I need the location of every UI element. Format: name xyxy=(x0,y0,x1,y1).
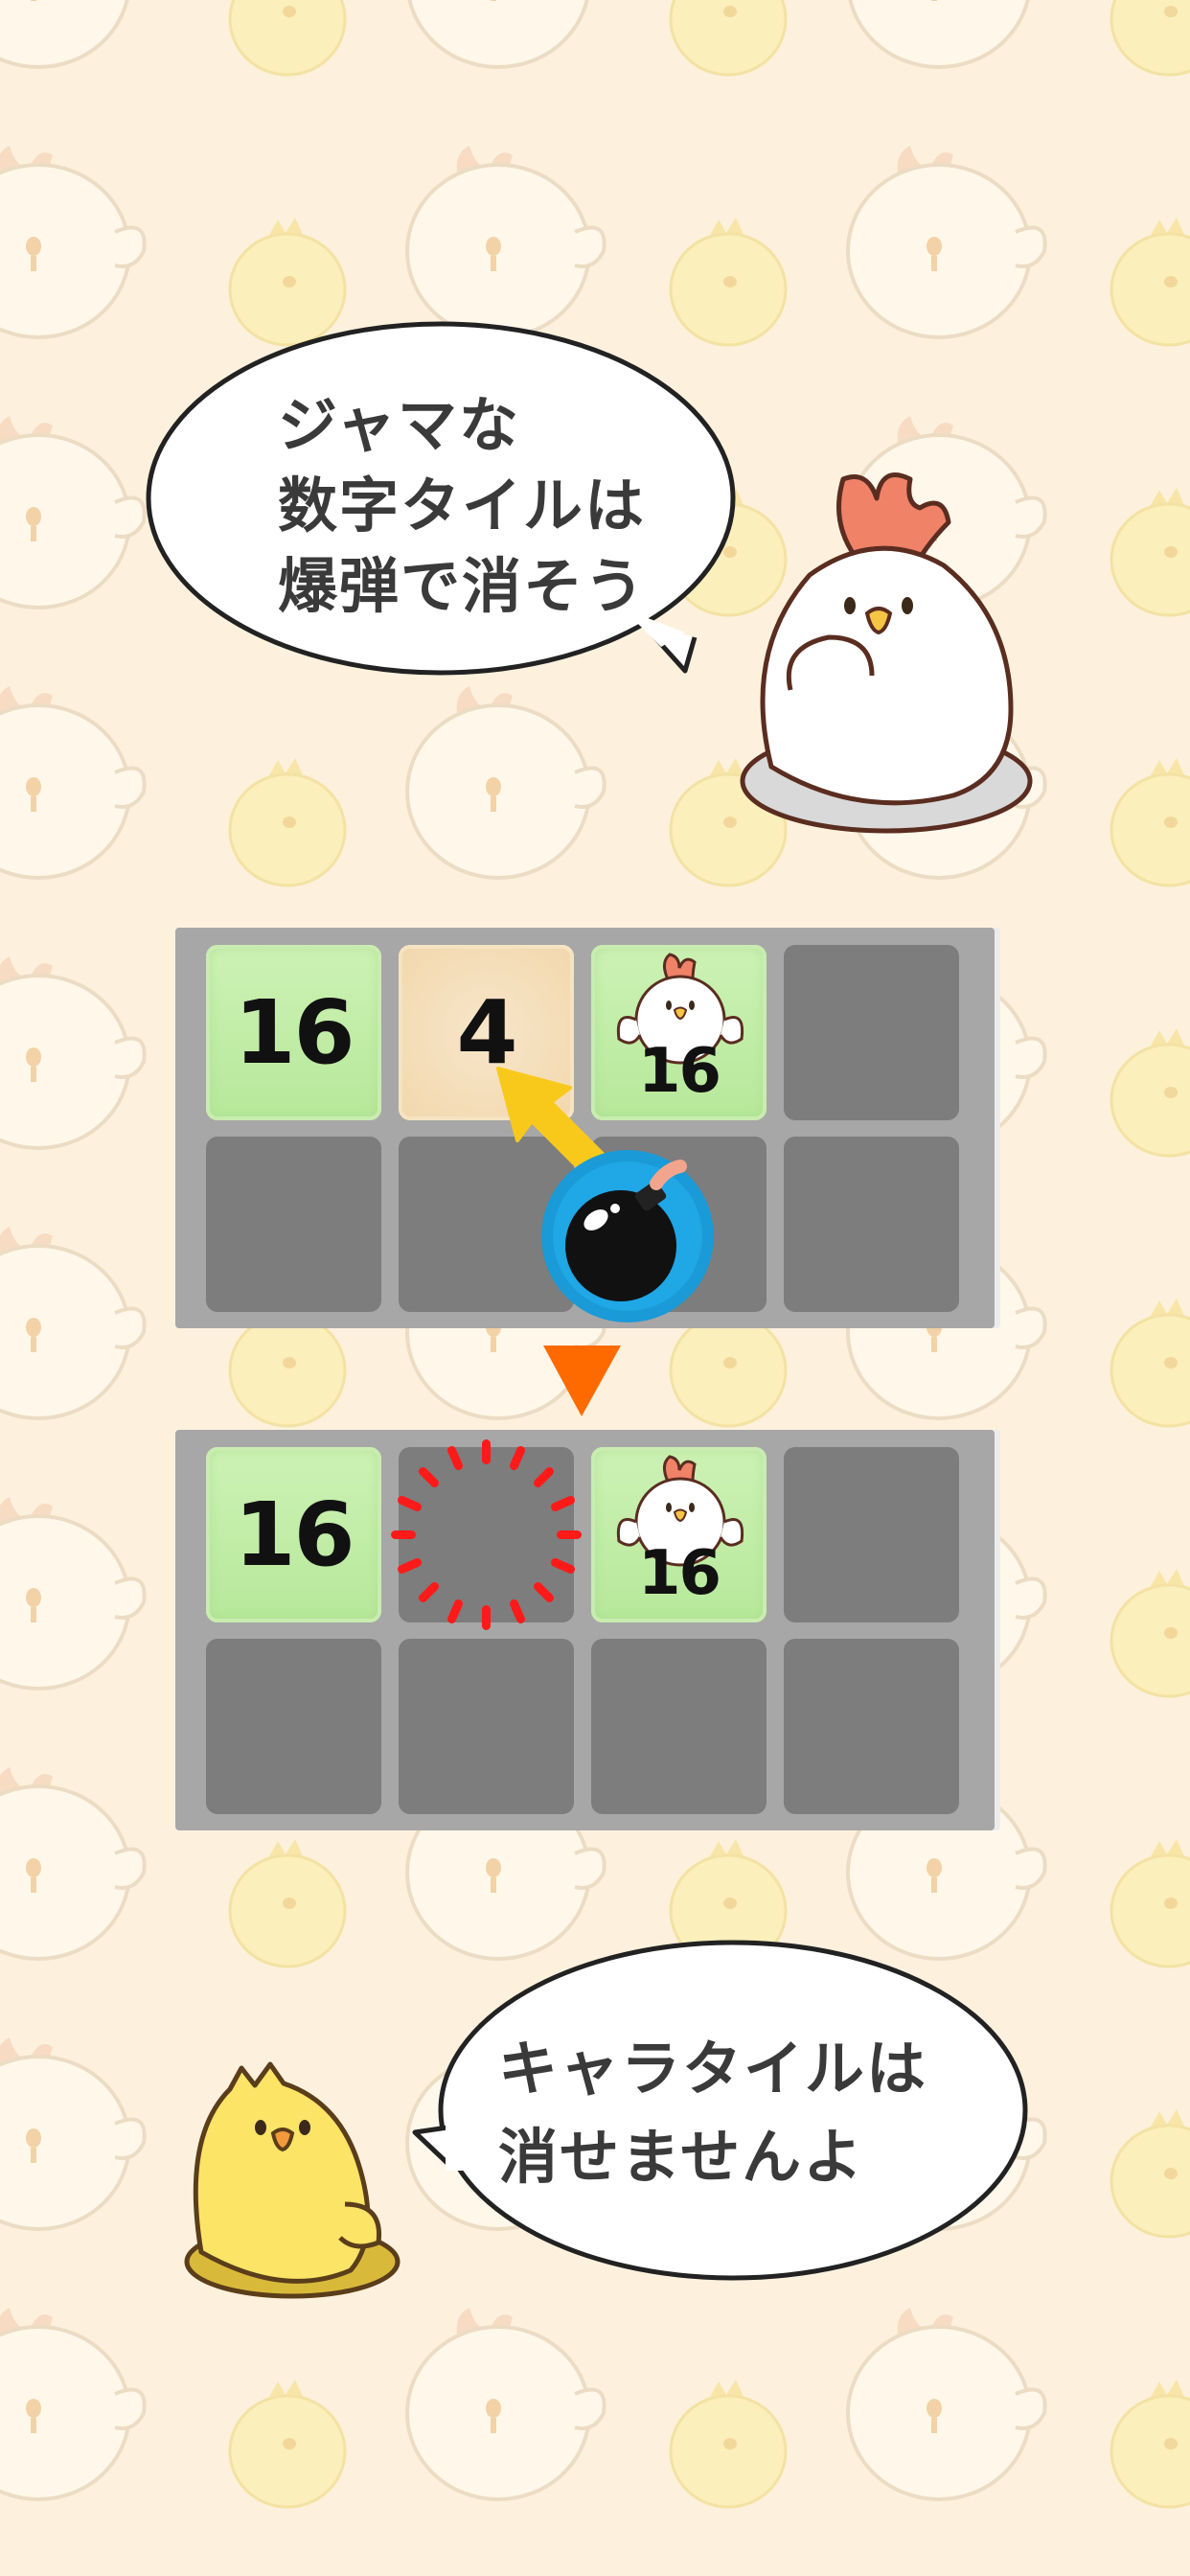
background-chick-icon xyxy=(1110,216,1190,347)
empty-cell xyxy=(784,1137,959,1312)
background-hen-icon xyxy=(0,144,147,339)
background-chick-icon xyxy=(1110,486,1190,617)
character-tile-16: 16 xyxy=(591,1447,767,1622)
background-hen-icon xyxy=(405,684,606,880)
tile-value: 16 xyxy=(637,1538,721,1609)
empty-cell xyxy=(399,1639,574,1814)
background-chick-icon xyxy=(228,0,347,77)
tile-value: 16 xyxy=(234,1484,355,1586)
background-chick-icon xyxy=(1110,1837,1190,1968)
background-hen-icon xyxy=(0,1765,147,1961)
background-chick-icon xyxy=(1110,2107,1190,2239)
background-chick-icon xyxy=(228,2378,347,2509)
explosion-icon xyxy=(391,1439,582,1630)
number-tile-16: 16 xyxy=(206,1447,381,1622)
exploded-cell xyxy=(391,1439,582,1630)
background-chick-icon xyxy=(1110,0,1190,77)
empty-cell xyxy=(206,1639,381,1814)
speech-bubble-bottom: キャラタイルは 消せませんよ xyxy=(407,1936,1035,2290)
background-hen-icon xyxy=(0,954,147,1150)
empty-cell xyxy=(206,1137,381,1312)
empty-cell xyxy=(784,945,959,1120)
background-hen-icon xyxy=(0,1495,147,1690)
number-tile-16: 16 xyxy=(206,945,381,1120)
background-chick-icon xyxy=(228,756,347,887)
speech-bubble-bottom-text: キャラタイルは 消せませんよ xyxy=(498,2034,928,2192)
background-hen-icon xyxy=(0,1225,147,1420)
background-hen-icon xyxy=(0,2306,147,2501)
background-hen-icon xyxy=(405,144,606,339)
empty-cell xyxy=(784,1447,959,1622)
speech-bubble-top-text: ジャマな 数字タイルは 爆弾で消そう xyxy=(278,390,647,621)
empty-cell xyxy=(784,1639,959,1814)
background-chick-icon xyxy=(1110,1026,1190,1158)
background-hen-icon xyxy=(0,414,147,610)
empty-cell xyxy=(591,1639,767,1814)
background-hen-icon xyxy=(846,2306,1047,2501)
yellow-chick-icon xyxy=(184,2061,400,2299)
background-hen-icon xyxy=(0,0,147,69)
background-hen-icon xyxy=(846,0,1047,69)
background-chick-icon xyxy=(228,1837,347,1968)
background-hen-icon xyxy=(846,144,1047,339)
background-hen-icon xyxy=(0,684,147,880)
background-chick-icon xyxy=(669,0,788,77)
speech-bubble-top: ジャマな 数字タイルは 爆弾で消そう xyxy=(144,316,757,690)
background-chick-icon xyxy=(669,2378,788,2509)
bomb-icon xyxy=(541,1150,714,1322)
tile-value: 16 xyxy=(234,981,355,1084)
board-after: 16 16 xyxy=(175,1430,995,1830)
background-chick-icon xyxy=(1110,2378,1190,2509)
background-chick-icon xyxy=(1110,1567,1190,1698)
background-hen-icon xyxy=(405,0,606,69)
background-hen-icon xyxy=(0,2036,147,2231)
background-chick-icon xyxy=(1110,1297,1190,1428)
white-chicken-icon xyxy=(740,472,1033,834)
background-hen-icon xyxy=(405,2306,606,2501)
background-chick-icon xyxy=(1110,756,1190,887)
down-arrow-icon xyxy=(543,1346,621,1416)
